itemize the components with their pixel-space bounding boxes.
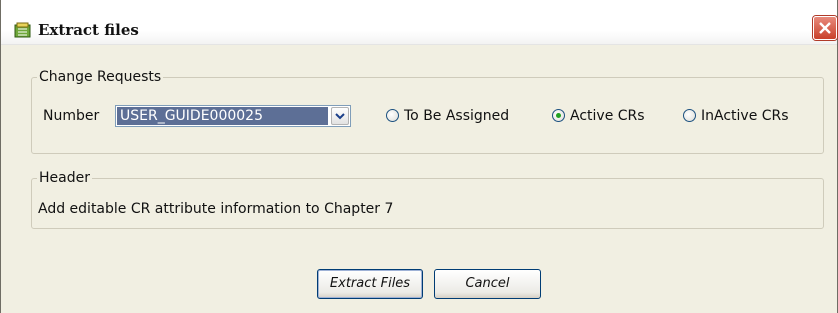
title-bar[interactable]: Extract files [1,0,837,45]
radio-circle [386,109,399,122]
radio-label: Active CRs [570,108,645,124]
cancel-button[interactable]: Cancel [434,269,541,299]
number-label: Number [43,108,100,124]
radio-label: To Be Assigned [404,108,510,124]
extract-app-icon [14,22,32,38]
extract-files-dialog: Extract files Change Requests Number USE… [0,0,838,313]
header-group: Header Add editable CR attribute informa… [31,169,824,229]
window-title: Extract files [38,21,139,39]
chevron-down-icon [335,113,345,120]
radio-circle [552,109,565,122]
number-dropdown[interactable]: USER_GUIDE000025 [115,105,351,127]
dropdown-button[interactable] [331,107,349,125]
extract-files-button[interactable]: Extract Files [317,269,423,299]
header-text: Add editable CR attribute information to… [38,201,394,217]
change-requests-group: Change Requests Number USER_GUIDE000025 … [31,68,824,154]
radio-label: InActive CRs [701,108,789,124]
change-requests-legend: Change Requests [37,68,164,86]
close-icon [819,22,831,34]
radio-selected-dot [556,113,561,118]
close-button[interactable] [813,16,837,40]
radio-circle [683,109,696,122]
number-dropdown-value: USER_GUIDE000025 [117,107,328,125]
header-legend: Header [37,169,92,187]
